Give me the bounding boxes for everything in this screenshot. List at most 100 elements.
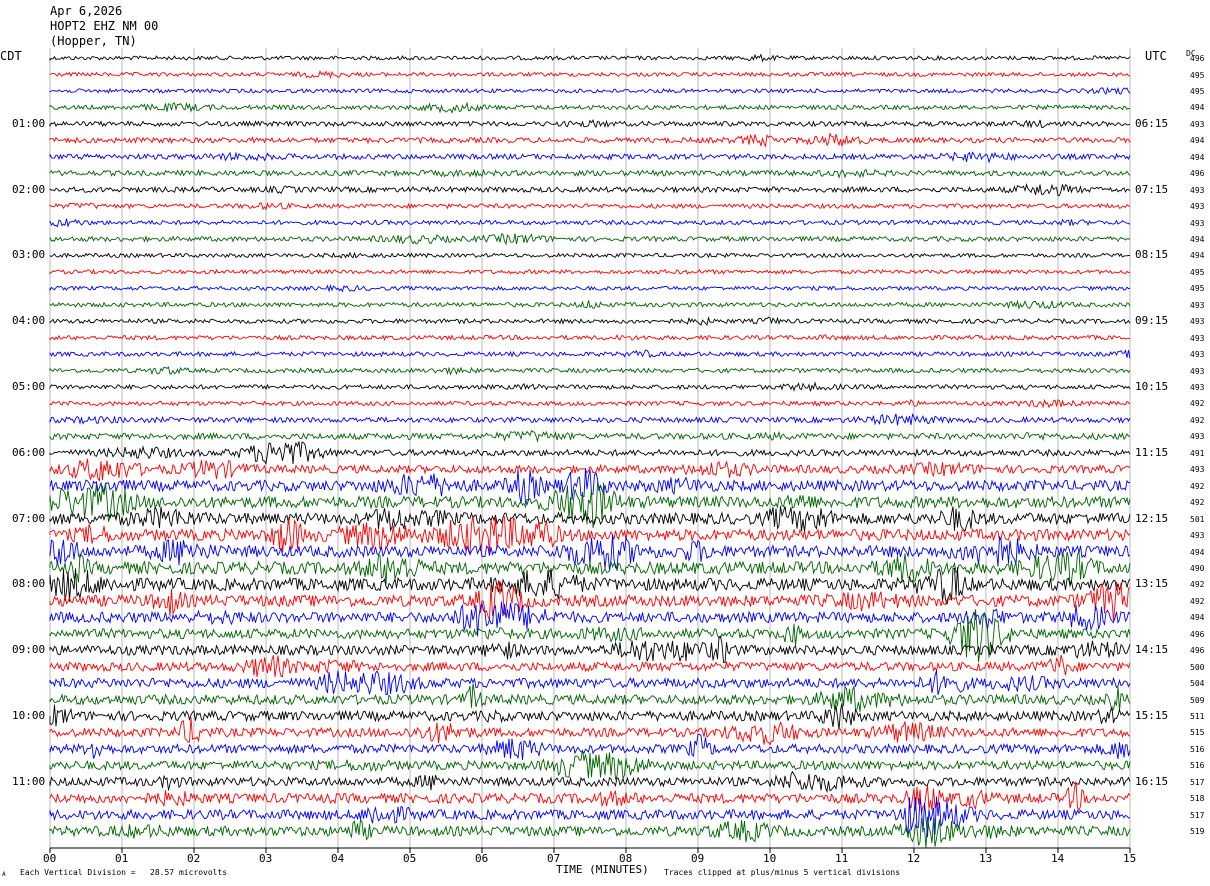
dc-offset-label: 493	[1190, 119, 1205, 129]
x-tick-label: 01	[115, 852, 129, 865]
dc-offset-label: 496	[1190, 169, 1205, 179]
right-hour-label: 11:15	[1135, 445, 1169, 459]
x-tick-label: 10	[763, 852, 777, 865]
left-hour-label: 09:00	[12, 643, 46, 657]
x-axis-title: TIME (MINUTES)	[556, 863, 649, 876]
x-tick-label: 04	[331, 852, 345, 865]
trace-41	[49, 717, 1131, 746]
trace-38	[49, 670, 1131, 696]
left-hour-label: 03:00	[12, 248, 46, 262]
right-hour-label: 16:15	[1135, 774, 1169, 788]
trace-1	[49, 70, 1131, 80]
trace-28	[49, 504, 1131, 533]
trace-19	[49, 366, 1131, 376]
trace-11	[49, 233, 1131, 246]
x-tick-label: 14	[1051, 852, 1065, 865]
dc-offset-label: 496	[1190, 629, 1205, 639]
trace-18	[49, 349, 1131, 359]
trace-17	[49, 334, 1131, 342]
trace-33	[49, 580, 1131, 621]
left-hour-label: 05:00	[12, 380, 46, 393]
left-hour-label: 07:00	[12, 511, 46, 525]
x-tick-label: 03	[259, 852, 273, 865]
left-hour-label: 08:00	[12, 577, 46, 591]
trace-20	[49, 381, 1131, 392]
trace-16	[49, 316, 1131, 327]
dc-offset-label: 517	[1190, 777, 1205, 787]
trace-0	[49, 53, 1131, 63]
trace-13	[49, 268, 1131, 275]
trace-8	[49, 183, 1131, 197]
grid-lines	[49, 48, 1131, 853]
dc-offset-label: 496	[1190, 646, 1205, 656]
dc-offset-label: 494	[1190, 234, 1205, 244]
dc-offset-label: 494	[1190, 152, 1205, 162]
x-tick-label: 02	[187, 852, 201, 865]
dc-offset-label: 495	[1190, 284, 1205, 294]
dc-offset-label: 494	[1190, 547, 1205, 557]
x-tick-label: 09	[691, 852, 705, 865]
trace-21	[49, 398, 1131, 409]
trace-9	[49, 202, 1131, 211]
right-hour-label: 12:15	[1135, 511, 1169, 525]
trace-22	[49, 413, 1131, 426]
dc-offset-label: 492	[1190, 399, 1205, 409]
left-hour-label: 02:00	[12, 182, 46, 196]
dc-offset-label: 495	[1190, 267, 1205, 277]
dc-offset-label: 493	[1190, 465, 1205, 475]
dc-offset-label: 490	[1190, 564, 1205, 573]
x-tick-label: 15	[1123, 852, 1137, 865]
dc-offset-label: 492	[1190, 481, 1205, 491]
left-hour-label: 06:00	[12, 445, 46, 459]
trace-35	[49, 609, 1131, 663]
dc-offset-label: 492	[1190, 596, 1205, 606]
trace-12	[49, 251, 1131, 259]
dc-offset-label: 493	[1190, 366, 1205, 376]
left-hour-label: 11:00	[12, 774, 46, 788]
dc-offset-label: 515	[1190, 728, 1205, 738]
dc-offset-label: 500	[1190, 662, 1205, 672]
trace-4	[49, 118, 1131, 129]
trace-44	[49, 770, 1131, 794]
left-hour-label: 10:00	[12, 709, 46, 722]
helicorder-plot	[49, 48, 1131, 853]
dc-offset-label: 493	[1190, 350, 1205, 360]
dc-offset-label: 517	[1190, 810, 1205, 820]
right-hour-label: 15:15	[1135, 709, 1169, 722]
dc-offset-label: 493	[1190, 531, 1205, 540]
trace-5	[49, 132, 1131, 148]
dc-offset-label: 495	[1190, 86, 1205, 96]
right-hour-label: 08:15	[1135, 248, 1169, 262]
trace-7	[49, 168, 1131, 179]
dc-offset-label: 492	[1190, 498, 1205, 508]
dc-offset-label: 516	[1190, 744, 1205, 754]
trace-37	[49, 654, 1131, 678]
dc-offset-label: 493	[1190, 333, 1205, 343]
left-hour-label: 04:00	[12, 314, 46, 328]
x-tick-label: 12	[907, 852, 921, 865]
trace-24	[49, 441, 1131, 465]
right-hour-label: 14:15	[1135, 643, 1169, 657]
x-tick-label: 11	[835, 852, 849, 865]
clip-text: Traces clipped at plus/minus 5 vertical …	[664, 868, 901, 877]
trace-3	[49, 101, 1131, 114]
right-hour-label: 07:15	[1135, 182, 1169, 196]
trace-15	[49, 299, 1131, 310]
trace-23	[49, 429, 1131, 443]
dc-offset-label: 493	[1190, 300, 1205, 310]
right-hour-label: 10:15	[1135, 380, 1169, 393]
trace-6	[49, 151, 1131, 164]
left-hour-label: 01:00	[12, 116, 46, 130]
dc-offset-label: 493	[1190, 317, 1205, 327]
dc-offset-label: 516	[1190, 761, 1205, 771]
dc-offset-label: 496	[1190, 54, 1205, 63]
right-hour-label: 09:15	[1135, 314, 1169, 328]
trace-46	[49, 796, 1131, 838]
trace-36	[49, 635, 1131, 664]
dc-offset-label: 495	[1190, 70, 1205, 80]
dc-offset-label: 518	[1190, 794, 1205, 804]
dc-offset-label: 509	[1190, 695, 1205, 705]
dc-offset-label: 501	[1190, 514, 1205, 524]
dc-offset-label: 492	[1190, 580, 1205, 590]
dc-offset-label: 494	[1190, 251, 1205, 261]
